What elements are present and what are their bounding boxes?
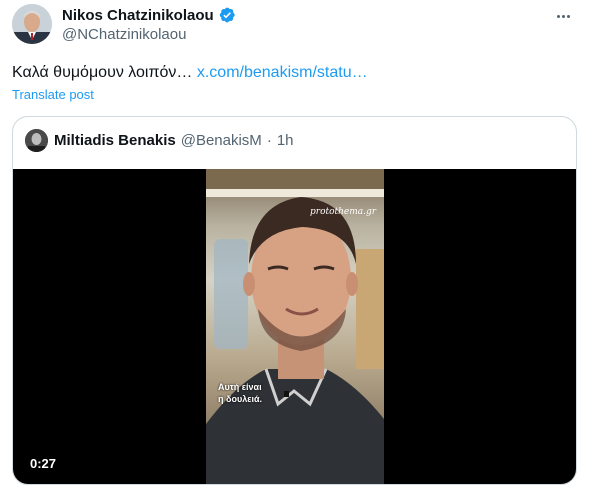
more-options-icon[interactable] <box>552 6 574 26</box>
quoted-timestamp[interactable]: 1h <box>277 132 294 149</box>
post-text-body: Καλά θυμόμουν λοιπόν… <box>12 64 197 81</box>
quoted-author-avatar[interactable] <box>25 129 48 152</box>
quoted-post-card[interactable]: Miltiadis Benakis @BenakisM · 1h prototh… <box>12 116 577 485</box>
quoted-author-name[interactable]: Miltiadis Benakis <box>54 132 176 149</box>
video-frame: protothema.gr Αυτή είναι η δουλειά. <box>206 169 384 484</box>
video-subtitle-line1: Αυτή είναι <box>218 382 262 392</box>
translate-post-link[interactable]: Translate post <box>12 87 94 102</box>
video-subtitle: Αυτή είναι η δουλειά. <box>218 381 262 405</box>
video-duration: 0:27 <box>30 456 57 471</box>
author-handle[interactable]: @NChatzinikolaou <box>62 26 186 43</box>
post-text: Καλά θυμόμουν λοιπόν… x.com/benakism/sta… <box>12 63 368 83</box>
author-name-text[interactable]: Nikos Chatzinikolaou <box>62 7 214 24</box>
quoted-separator: · <box>266 132 272 149</box>
author-name[interactable]: Nikos Chatzinikolaou <box>62 6 236 24</box>
video-player[interactable]: protothema.gr Αυτή είναι η δουλειά. 0:27 <box>13 169 576 484</box>
video-subtitle-line2: η δουλειά. <box>218 394 263 404</box>
post-link[interactable]: x.com/benakism/statu… <box>197 64 368 81</box>
quoted-author-handle[interactable]: @BenakisM <box>181 132 262 149</box>
video-watermark: protothema.gr <box>310 207 377 217</box>
author-avatar[interactable] <box>12 4 52 44</box>
quoted-post-header: Miltiadis Benakis @BenakisM · 1h <box>54 132 294 149</box>
verified-badge-icon <box>218 6 236 24</box>
